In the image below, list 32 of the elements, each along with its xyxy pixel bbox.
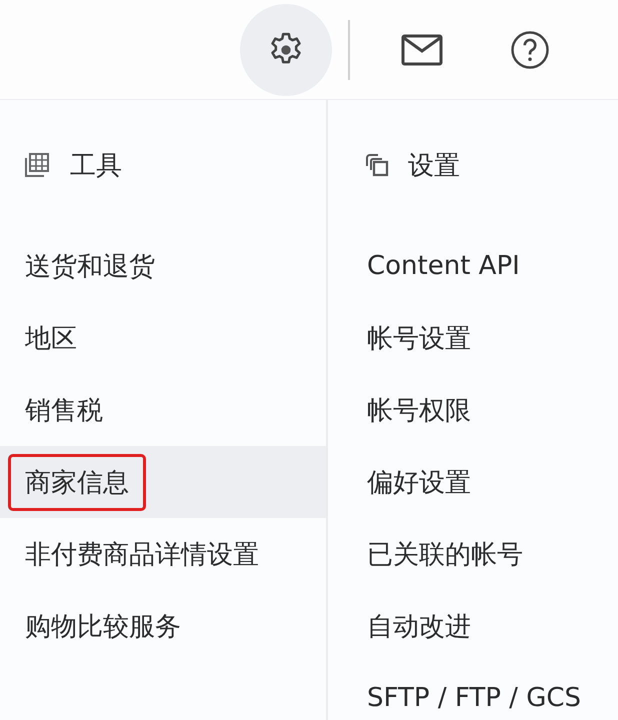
item-label: 送货和退货 [24, 250, 156, 284]
item-label: SFTP / FTP / GCS [366, 682, 582, 715]
mail-icon [401, 32, 443, 66]
menu-item[interactable]: SFTP / FTP / GCS [328, 662, 618, 720]
menu-item[interactable]: Content API [328, 230, 618, 302]
menu-item[interactable]: 地区 [0, 302, 326, 374]
menu-item[interactable]: 商家信息 [0, 446, 326, 518]
help-icon [509, 28, 551, 70]
menu-item[interactable]: 已关联的帐号 [328, 518, 618, 590]
item-label: 自动改进 [366, 610, 472, 644]
section-title: 设置 [408, 150, 460, 182]
item-label: 帐号权限 [366, 394, 472, 428]
item-label: 购物比较服务 [24, 610, 182, 644]
menu-item[interactable]: 自动改进 [328, 590, 618, 662]
item-label: 帐号设置 [366, 322, 472, 356]
item-label: 商家信息 [8, 454, 146, 510]
item-label: 偏好设置 [366, 466, 472, 500]
menu-item[interactable]: 送货和退货 [0, 230, 326, 302]
item-label: 已关联的帐号 [366, 538, 524, 572]
menu-item[interactable]: 销售税 [0, 374, 326, 446]
item-label: 地区 [24, 322, 78, 356]
section-title: 工具 [70, 150, 122, 182]
copy-icon [364, 152, 390, 178]
item-label: Content API [366, 250, 521, 283]
menu-item[interactable]: 帐号设置 [328, 302, 618, 374]
item-label: 销售税 [24, 394, 104, 428]
grid-icon [24, 152, 52, 178]
item-label: 非付费商品详情设置 [24, 538, 260, 572]
menu-item[interactable]: 购物比较服务 [0, 590, 326, 662]
menu-item[interactable]: 非付费商品详情设置 [0, 518, 326, 590]
menu-item[interactable]: 偏好设置 [328, 446, 618, 518]
menu-item[interactable]: 帐号权限 [328, 374, 618, 446]
